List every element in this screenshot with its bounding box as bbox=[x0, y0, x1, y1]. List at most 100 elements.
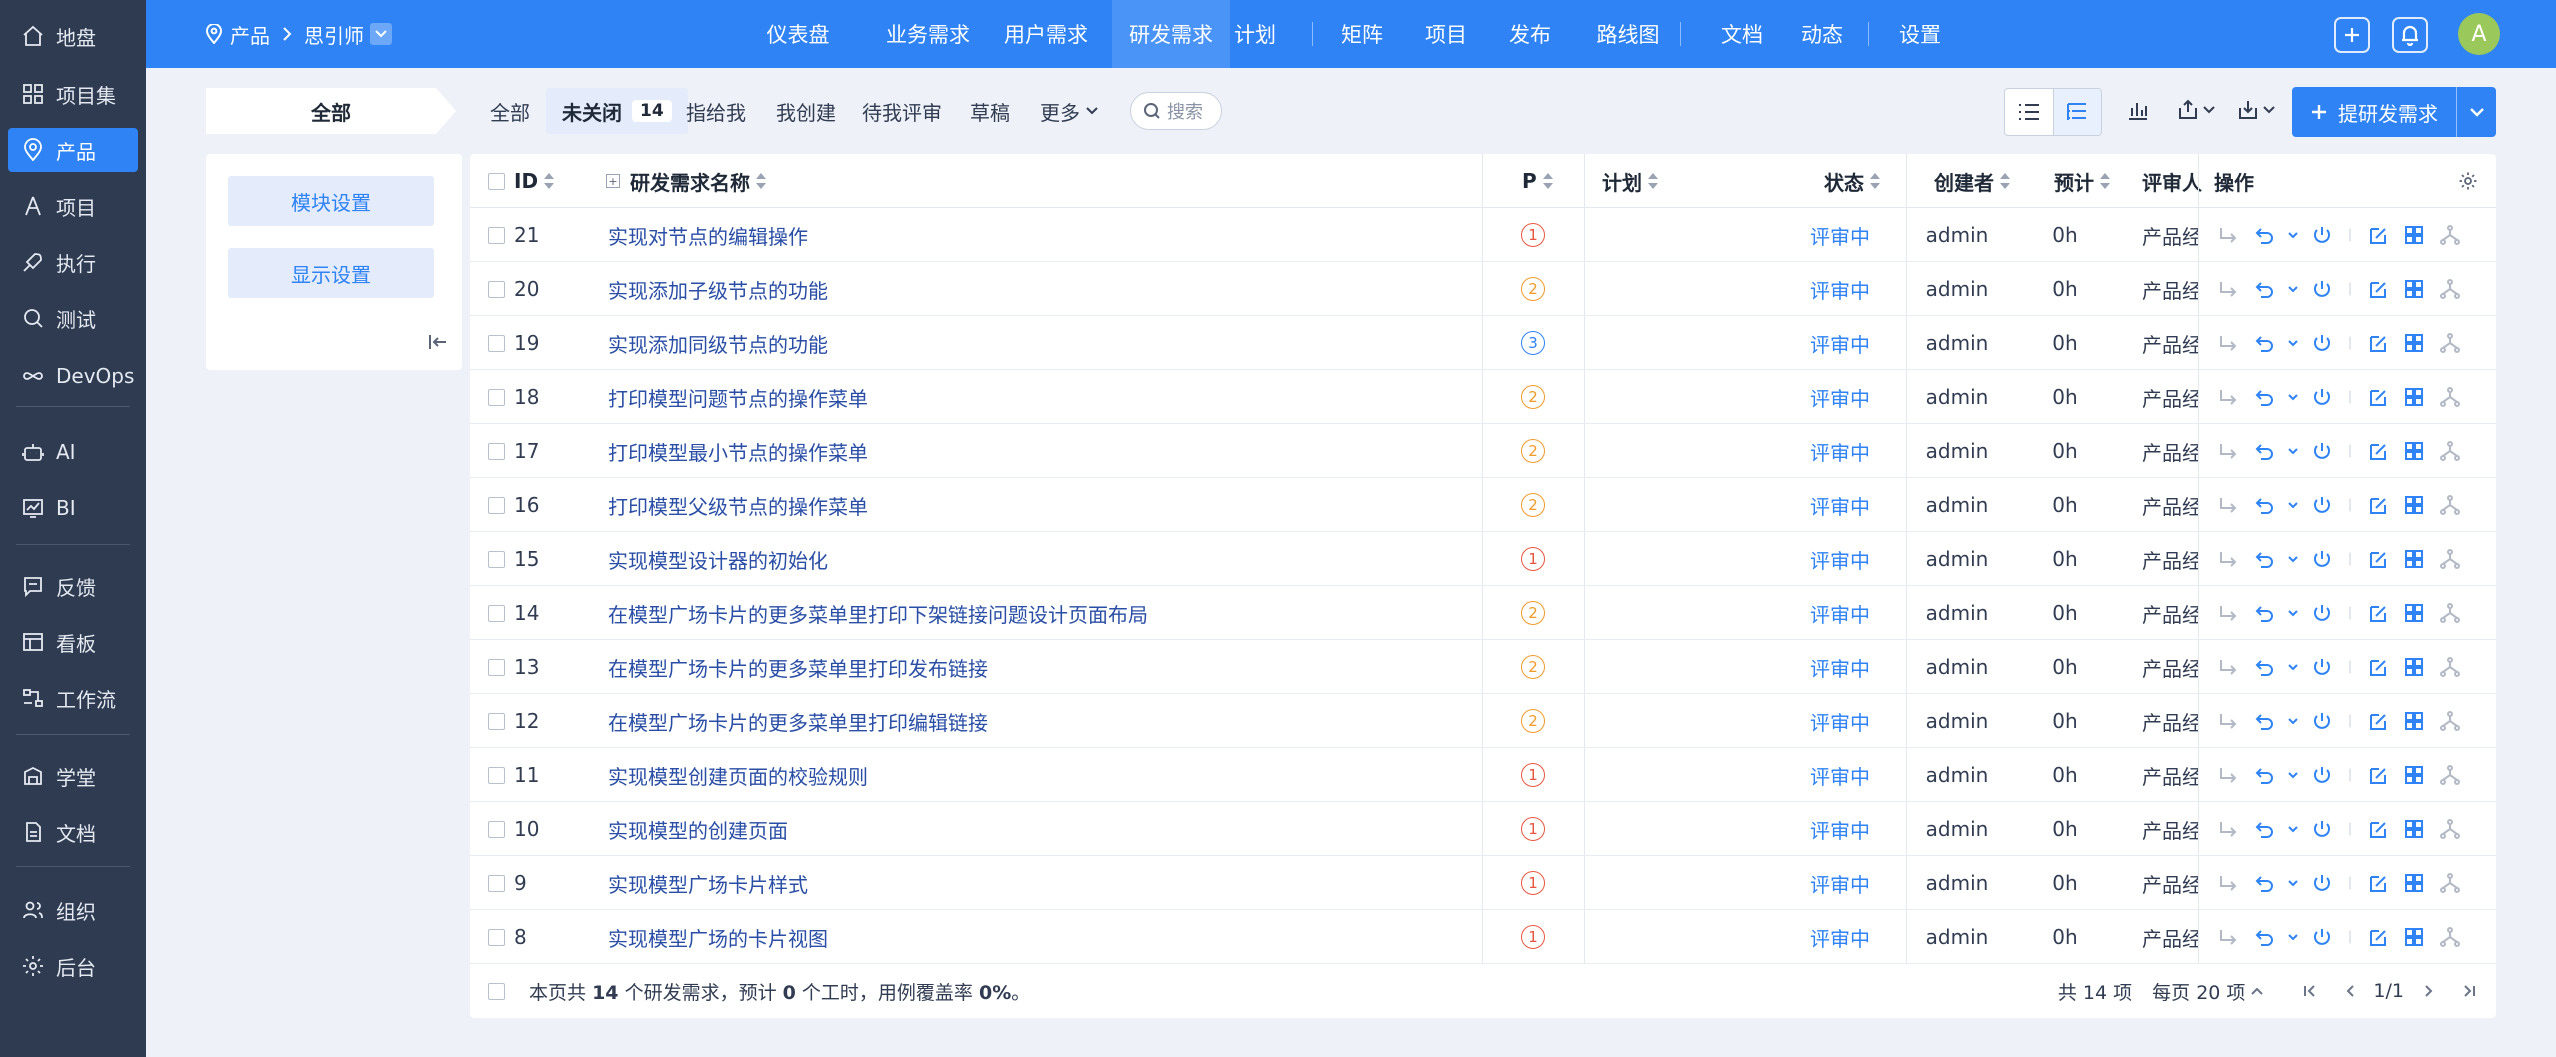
power-action-button[interactable] bbox=[2304, 548, 2340, 570]
story-title-link[interactable]: 打印模型问题节点的操作菜单 bbox=[608, 370, 868, 424]
sidebar-item-0[interactable]: 地盘 bbox=[8, 14, 138, 58]
story-title-link[interactable]: 实现模型的创建页面 bbox=[608, 802, 788, 856]
filter-tab-0[interactable]: 全部 bbox=[490, 88, 530, 134]
change-action-button[interactable] bbox=[2210, 926, 2246, 948]
chevron-down-action-button[interactable] bbox=[2282, 494, 2304, 516]
split-action-button[interactable] bbox=[2396, 602, 2432, 624]
nav-item-7[interactable]: 发布 bbox=[1498, 0, 1562, 68]
hierarchy-action-button[interactable] bbox=[2432, 278, 2468, 300]
next-page-button[interactable] bbox=[2424, 984, 2434, 998]
sidebar-item-12[interactable]: 学堂 bbox=[8, 754, 138, 798]
edit-action-button[interactable] bbox=[2360, 494, 2396, 516]
chevron-down-action-button[interactable] bbox=[2282, 764, 2304, 786]
create-story-dropdown[interactable] bbox=[2456, 87, 2496, 137]
hierarchy-action-button[interactable] bbox=[2432, 926, 2468, 948]
notification-button[interactable] bbox=[2392, 17, 2428, 53]
column-settings-button[interactable] bbox=[2458, 154, 2478, 208]
story-title-link[interactable]: 打印模型父级节点的操作菜单 bbox=[608, 478, 868, 532]
story-title[interactable]: 实现模型广场的卡片视图 bbox=[608, 923, 828, 952]
header-estimate[interactable]: 预计 bbox=[2054, 154, 2110, 208]
chevron-down-action-button[interactable] bbox=[2282, 602, 2304, 624]
hierarchy-action-button[interactable] bbox=[2432, 818, 2468, 840]
power-action-button[interactable] bbox=[2304, 278, 2340, 300]
header-pri[interactable]: P bbox=[1522, 154, 1553, 208]
change-action-button[interactable] bbox=[2210, 656, 2246, 678]
undo-action-button[interactable] bbox=[2246, 872, 2282, 894]
filter-tab-1[interactable]: 未关闭 14 bbox=[546, 88, 688, 134]
story-title-link[interactable]: 打印模型最小节点的操作菜单 bbox=[608, 424, 868, 478]
story-title[interactable]: 实现对节点的编辑操作 bbox=[608, 221, 808, 250]
last-page-button[interactable] bbox=[2462, 984, 2476, 998]
undo-action-button[interactable] bbox=[2246, 386, 2282, 408]
header-status[interactable]: 状态 bbox=[1824, 154, 1880, 208]
module-all-label[interactable]: 全部 bbox=[206, 88, 456, 134]
filter-tab-3[interactable]: 我创建 bbox=[776, 88, 836, 134]
header-reviewer[interactable]: 评审人 bbox=[2142, 154, 2202, 208]
nav-item-11[interactable]: 设置 bbox=[1888, 0, 1952, 68]
split-action-button[interactable] bbox=[2396, 440, 2432, 462]
collapse-sidebar-button[interactable] bbox=[428, 332, 448, 356]
nav-item-6[interactable]: 项目 bbox=[1414, 0, 1478, 68]
export-button[interactable] bbox=[2176, 98, 2215, 122]
chevron-down-action-button[interactable] bbox=[2282, 656, 2304, 678]
sidebar-item-10[interactable]: 看板 bbox=[8, 620, 138, 664]
change-action-button[interactable] bbox=[2210, 872, 2246, 894]
chevron-down-action-button[interactable] bbox=[2282, 926, 2304, 948]
story-title-link[interactable]: 在模型广场卡片的更多菜单里打印编辑链接 bbox=[608, 694, 988, 748]
story-title-link[interactable]: 实现模型广场卡片样式 bbox=[608, 856, 808, 910]
row-checkbox[interactable] bbox=[488, 604, 505, 622]
story-title-link[interactable]: 在模型广场卡片的更多菜单里打印发布链接 bbox=[608, 640, 988, 694]
power-action-button[interactable] bbox=[2304, 872, 2340, 894]
story-title-link[interactable]: 实现添加子级节点的功能 bbox=[608, 262, 828, 316]
story-title[interactable]: 实现添加子级节点的功能 bbox=[608, 275, 828, 304]
power-action-button[interactable] bbox=[2304, 656, 2340, 678]
split-action-button[interactable] bbox=[2396, 494, 2432, 516]
story-title[interactable]: 实现模型广场卡片样式 bbox=[608, 869, 808, 898]
edit-action-button[interactable] bbox=[2360, 386, 2396, 408]
edit-action-button[interactable] bbox=[2360, 656, 2396, 678]
filter-tab-2[interactable]: 指给我 bbox=[686, 88, 746, 134]
chevron-down-action-button[interactable] bbox=[2282, 278, 2304, 300]
power-action-button[interactable] bbox=[2304, 926, 2340, 948]
story-title-link[interactable]: 在模型广场卡片的更多菜单里打印下架链接问题设计页面布局 bbox=[608, 586, 1148, 640]
tree-view-button[interactable] bbox=[2052, 89, 2101, 135]
undo-action-button[interactable] bbox=[2246, 332, 2282, 354]
report-button[interactable] bbox=[2126, 98, 2150, 122]
sidebar-item-15[interactable]: 后台 bbox=[8, 944, 138, 988]
edit-action-button[interactable] bbox=[2360, 602, 2396, 624]
undo-action-button[interactable] bbox=[2246, 440, 2282, 462]
change-action-button[interactable] bbox=[2210, 602, 2246, 624]
chevron-down-action-button[interactable] bbox=[2282, 224, 2304, 246]
sidebar-item-1[interactable]: 项目集 bbox=[8, 72, 138, 116]
chevron-down-action-button[interactable] bbox=[2282, 872, 2304, 894]
story-title[interactable]: 在模型广场卡片的更多菜单里打印编辑链接 bbox=[608, 707, 988, 736]
filter-tab-6[interactable]: 更多 bbox=[1040, 88, 1098, 134]
power-action-button[interactable] bbox=[2304, 224, 2340, 246]
nav-item-10[interactable]: 动态 bbox=[1790, 0, 1854, 68]
change-action-button[interactable] bbox=[2210, 224, 2246, 246]
change-action-button[interactable] bbox=[2210, 332, 2246, 354]
edit-action-button[interactable] bbox=[2360, 926, 2396, 948]
story-title-link[interactable]: 实现模型广场的卡片视图 bbox=[608, 910, 828, 964]
chevron-down-action-button[interactable] bbox=[2282, 332, 2304, 354]
hierarchy-action-button[interactable] bbox=[2432, 872, 2468, 894]
story-title[interactable]: 在模型广场卡片的更多菜单里打印发布链接 bbox=[608, 653, 988, 682]
header-plan[interactable]: 计划 bbox=[1602, 154, 1658, 208]
module-settings-button[interactable]: 模块设置 bbox=[228, 176, 434, 226]
split-action-button[interactable] bbox=[2396, 764, 2432, 786]
sidebar-item-5[interactable]: 测试 bbox=[8, 296, 138, 340]
split-action-button[interactable] bbox=[2396, 332, 2432, 354]
row-checkbox[interactable] bbox=[488, 280, 505, 298]
row-checkbox[interactable] bbox=[488, 874, 505, 892]
change-action-button[interactable] bbox=[2210, 440, 2246, 462]
pager-per-page[interactable]: 每页 20 项 bbox=[2152, 978, 2264, 1005]
change-action-button[interactable] bbox=[2210, 764, 2246, 786]
edit-action-button[interactable] bbox=[2360, 872, 2396, 894]
power-action-button[interactable] bbox=[2304, 386, 2340, 408]
create-plus-button[interactable] bbox=[2334, 17, 2370, 53]
row-checkbox[interactable] bbox=[488, 334, 505, 352]
change-action-button[interactable] bbox=[2210, 494, 2246, 516]
edit-action-button[interactable] bbox=[2360, 332, 2396, 354]
product-switch-dropdown[interactable] bbox=[370, 23, 392, 45]
nav-item-4[interactable]: 计划 bbox=[1226, 0, 1284, 68]
